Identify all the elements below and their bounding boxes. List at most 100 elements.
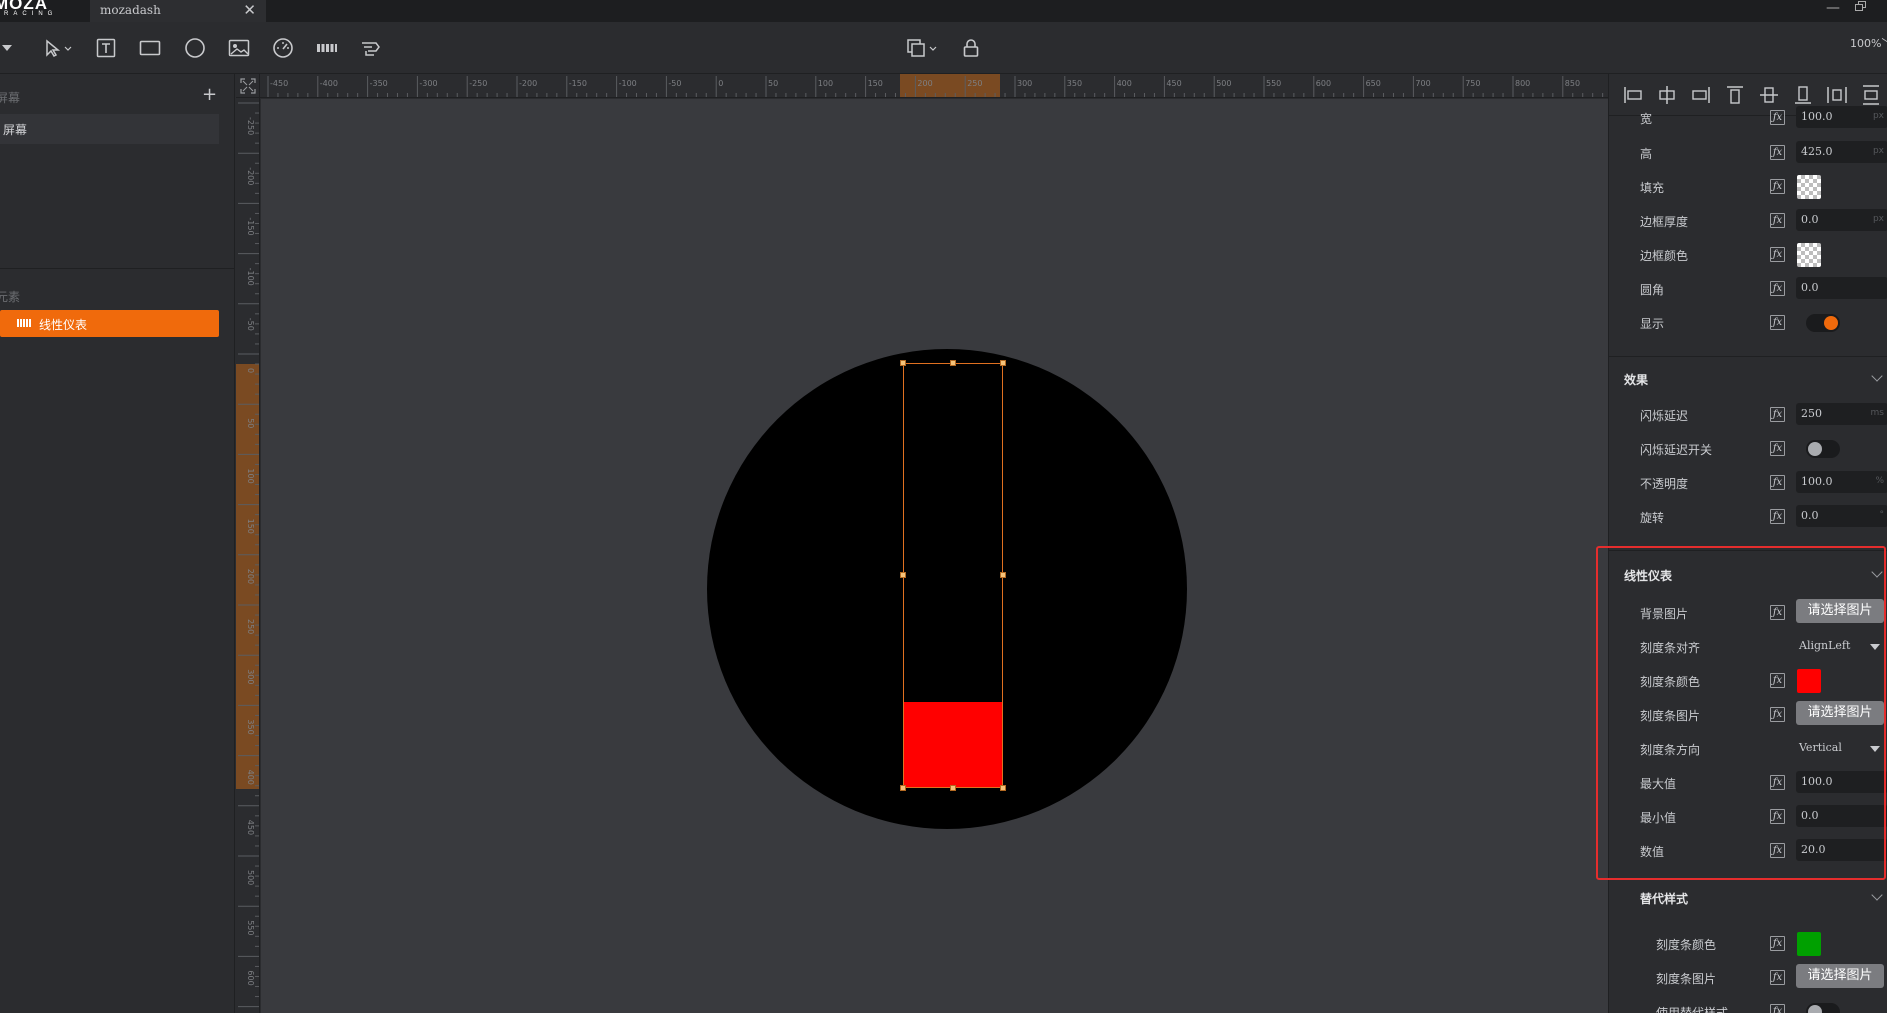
- bar-color-swatch[interactable]: [1797, 669, 1821, 693]
- linear-gauge-section-title[interactable]: 线性仪表: [1624, 567, 1672, 584]
- gauge-tool-icon[interactable]: [271, 36, 295, 60]
- expression-icon[interactable]: ƒx: [1770, 407, 1785, 422]
- width-input[interactable]: 100.0 px: [1796, 106, 1887, 128]
- vertical-ruler: -250 -200 -150 -100 -50 0 50 100 150 200 250 300 350…: [236, 98, 260, 1013]
- choose-background-image-button[interactable]: 请选择图片: [1796, 599, 1884, 623]
- align-bottom-icon[interactable]: [1792, 84, 1814, 106]
- ruler-tick-label: 350: [1067, 79, 1082, 88]
- lock-icon[interactable]: [959, 36, 983, 60]
- zoom-level[interactable]: 100%﹀: [1850, 35, 1887, 51]
- close-tab-icon[interactable]: ✕: [243, 1, 256, 19]
- alt-bar-color-swatch[interactable]: [1797, 932, 1821, 956]
- linear-gauge-element[interactable]: [903, 363, 1003, 788]
- screen-list-item[interactable]: 屏幕: [0, 114, 219, 144]
- layer-order-icon[interactable]: [905, 36, 939, 60]
- opacity-input[interactable]: 100.0%: [1796, 471, 1887, 493]
- restore-window-icon[interactable]: [1855, 1, 1867, 11]
- border-color-swatch[interactable]: [1797, 243, 1821, 267]
- ruler-tick-label: 850: [1565, 79, 1580, 88]
- linear-gauge-tool-icon[interactable]: [315, 36, 339, 60]
- choose-alt-bar-image-button[interactable]: 请选择图片: [1796, 964, 1884, 988]
- expression-icon[interactable]: ƒx: [1770, 475, 1785, 490]
- expression-icon[interactable]: ƒx: [1770, 673, 1785, 688]
- blink-delay-input[interactable]: 250 ms: [1796, 403, 1887, 425]
- add-screen-icon[interactable]: +: [202, 84, 217, 105]
- bar-align-select[interactable]: AlignLeft: [1796, 635, 1884, 657]
- ruler-tick-label: 500: [246, 870, 255, 885]
- align-right-icon[interactable]: [1690, 84, 1712, 106]
- min-value-input[interactable]: 0.0: [1796, 805, 1887, 827]
- element-list-item-linear-gauge[interactable]: 线性仪表: [0, 310, 219, 337]
- ellipse-tool-icon[interactable]: [183, 36, 207, 60]
- properties-panel: 宽 ƒx 100.0 px 高 ƒx 425.0 px 填充 ƒx 边框厚度 ƒx …: [1608, 74, 1887, 1013]
- document-tab[interactable]: mozadash ✕: [90, 0, 266, 22]
- prop-background-image: 背景图片 ƒx 请选择图片: [1609, 599, 1887, 627]
- expression-icon[interactable]: ƒx: [1770, 809, 1785, 824]
- distribute-horizontal-icon[interactable]: [1826, 84, 1848, 106]
- ruler-tick-label: 450: [1166, 79, 1181, 88]
- design-canvas[interactable]: [261, 99, 1608, 1013]
- expression-icon[interactable]: ƒx: [1770, 441, 1785, 456]
- expression-icon[interactable]: ƒx: [1770, 775, 1785, 790]
- resize-handle-bottom[interactable]: [950, 785, 956, 791]
- resize-handle-left[interactable]: [900, 572, 906, 578]
- blink-switch-toggle[interactable]: [1806, 440, 1840, 458]
- expression-icon[interactable]: ƒx: [1770, 213, 1785, 228]
- align-left-icon[interactable]: [1622, 84, 1644, 106]
- chevron-down-icon[interactable]: [1871, 566, 1883, 578]
- resize-handle-bottom-right[interactable]: [1000, 785, 1006, 791]
- ruler-tick-label: 800: [1515, 79, 1530, 88]
- radius-input[interactable]: 0.0: [1796, 277, 1887, 299]
- resize-handle-top[interactable]: [950, 360, 956, 366]
- bar-direction-select[interactable]: Vertical: [1796, 737, 1884, 759]
- expression-icon[interactable]: ƒx: [1770, 936, 1785, 951]
- ruler-tick-label: 250: [967, 79, 982, 88]
- ruler-tick-label: -100: [246, 268, 255, 286]
- menu-dropdown-icon[interactable]: [0, 36, 14, 60]
- expression-icon[interactable]: ƒx: [1770, 281, 1785, 296]
- expression-icon[interactable]: ƒx: [1770, 315, 1785, 330]
- resize-handle-bottom-left[interactable]: [900, 785, 906, 791]
- rectangle-tool-icon[interactable]: [138, 36, 162, 60]
- align-top-icon[interactable]: [1724, 84, 1746, 106]
- value-input[interactable]: 20.0: [1796, 839, 1887, 861]
- document-tab-label: mozadash: [100, 3, 161, 17]
- use-alt-style-toggle[interactable]: [1806, 1003, 1840, 1013]
- expression-icon[interactable]: ƒx: [1770, 1004, 1785, 1013]
- expression-icon[interactable]: ƒx: [1770, 605, 1785, 620]
- distribute-vertical-icon[interactable]: [1860, 84, 1882, 106]
- expression-icon[interactable]: ƒx: [1770, 707, 1785, 722]
- visible-toggle[interactable]: [1806, 314, 1840, 332]
- align-center-vertical-icon[interactable]: [1758, 84, 1780, 106]
- prop-min: 最小值 ƒx 0.0: [1609, 803, 1887, 831]
- resize-handle-top-left[interactable]: [900, 360, 906, 366]
- expression-icon[interactable]: ƒx: [1770, 843, 1785, 858]
- border-width-input[interactable]: 0.0 px: [1796, 209, 1887, 231]
- ruler-tick-label: -200: [246, 167, 255, 185]
- max-value-input[interactable]: 100.0: [1796, 771, 1887, 793]
- expression-icon[interactable]: ƒx: [1770, 247, 1785, 262]
- chevron-down-icon[interactable]: [1871, 370, 1883, 382]
- resize-handle-right[interactable]: [1000, 572, 1006, 578]
- sweep-tool-icon[interactable]: [359, 36, 383, 60]
- effects-section-title[interactable]: 效果: [1624, 371, 1648, 388]
- rotation-input[interactable]: 0.0 °: [1796, 505, 1887, 527]
- expression-icon[interactable]: ƒx: [1770, 509, 1785, 524]
- height-input[interactable]: 425.0 px: [1796, 141, 1887, 163]
- fill-color-swatch[interactable]: [1797, 175, 1821, 199]
- expression-icon[interactable]: ƒx: [1770, 970, 1785, 985]
- expression-icon[interactable]: ƒx: [1770, 145, 1785, 160]
- minimize-icon[interactable]: —: [1826, 0, 1840, 16]
- expression-icon[interactable]: ƒx: [1770, 110, 1785, 125]
- choose-bar-image-button[interactable]: 请选择图片: [1796, 701, 1884, 725]
- toolbar: 100%﹀: [0, 22, 1887, 74]
- resize-handle-top-right[interactable]: [1000, 360, 1006, 366]
- alt-style-section-title[interactable]: 替代样式: [1640, 890, 1688, 907]
- image-tool-icon[interactable]: [227, 36, 251, 60]
- fit-view-icon[interactable]: [236, 74, 260, 98]
- expression-icon[interactable]: ƒx: [1770, 179, 1785, 194]
- text-tool-icon[interactable]: [94, 36, 118, 60]
- align-center-horizontal-icon[interactable]: [1656, 84, 1678, 106]
- chevron-down-icon[interactable]: [1871, 889, 1883, 901]
- select-tool-icon[interactable]: [42, 36, 74, 60]
